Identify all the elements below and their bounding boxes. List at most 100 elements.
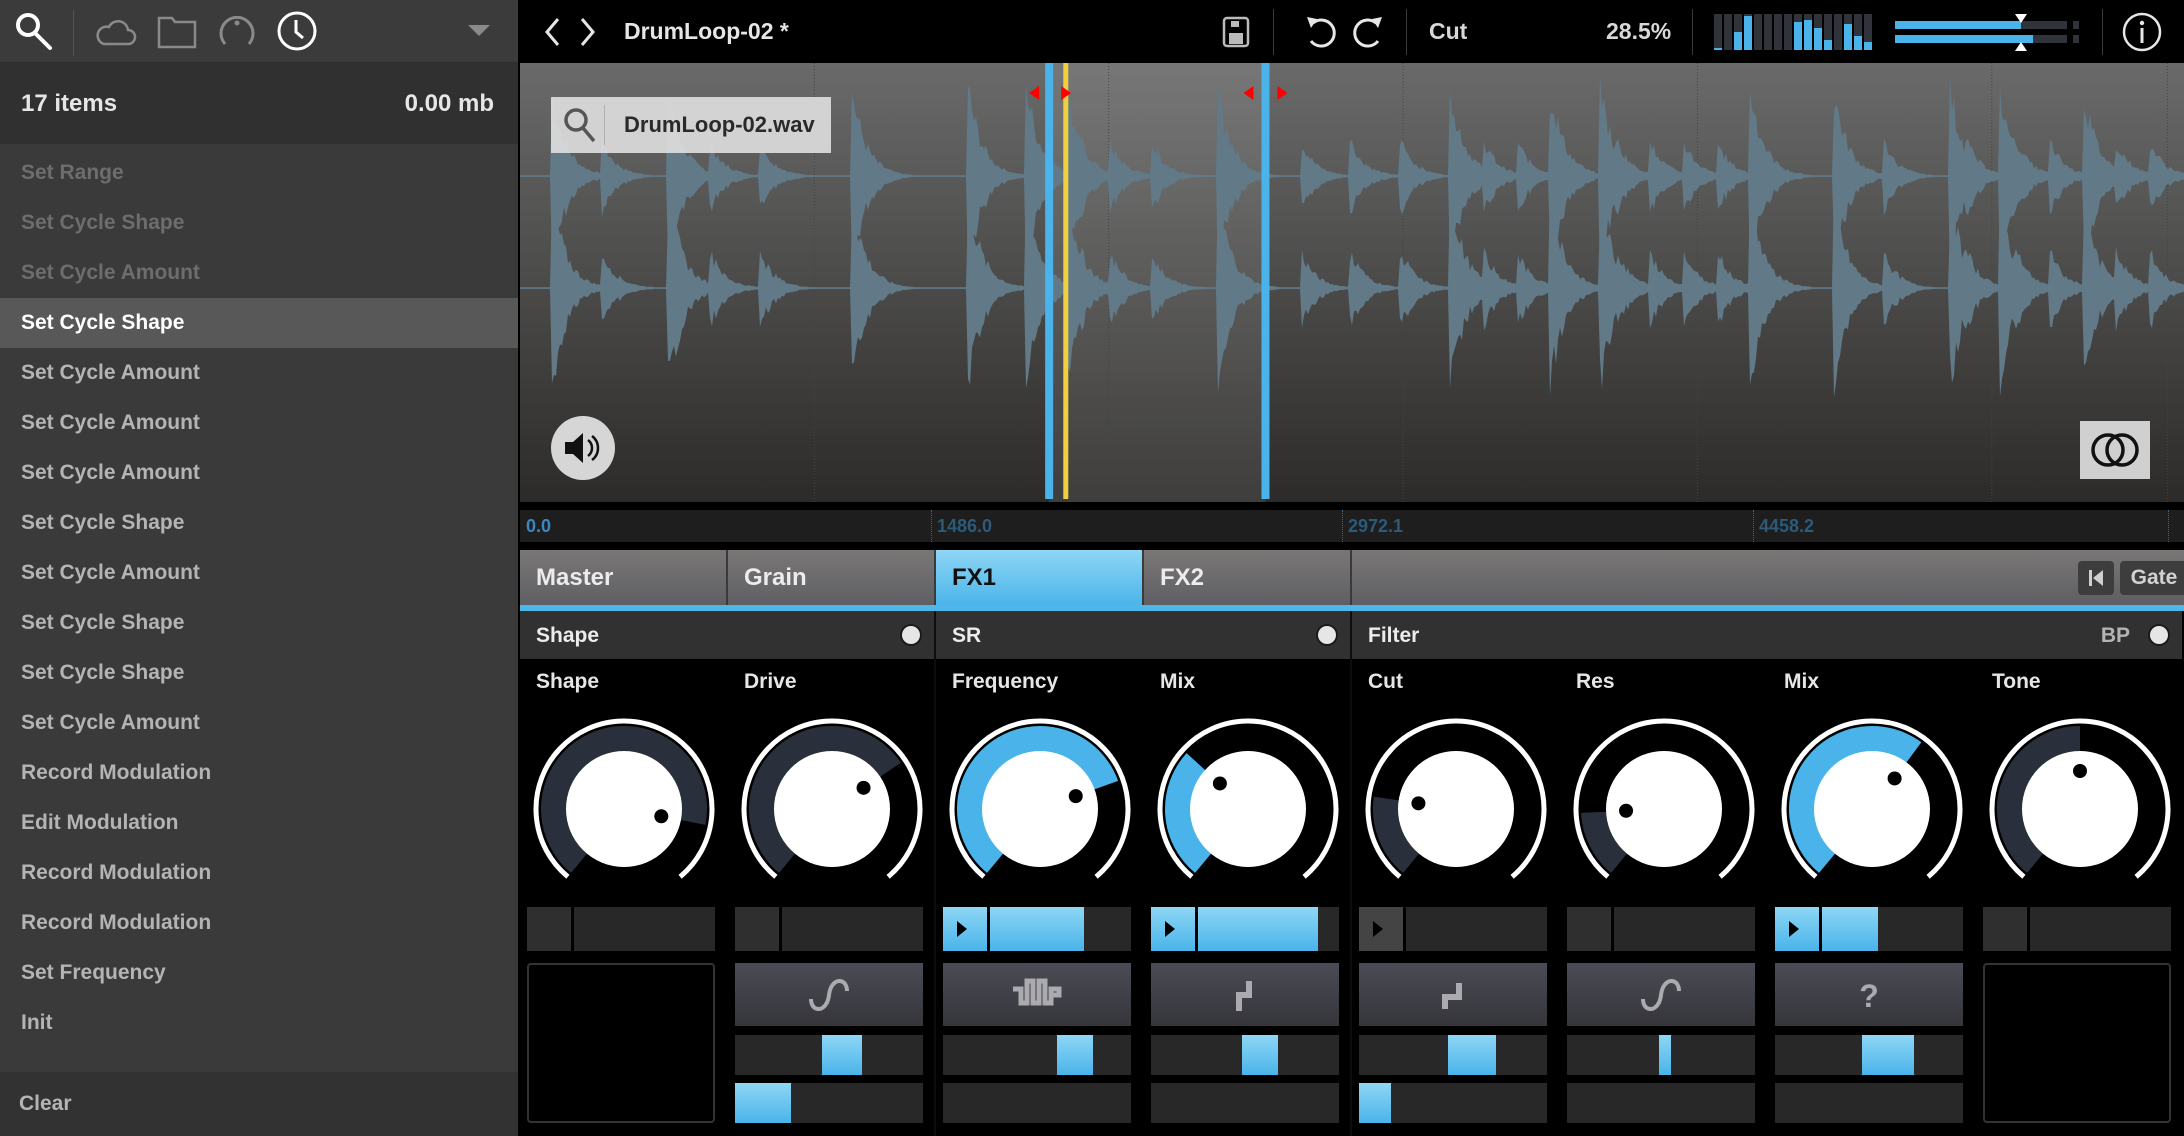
modulation-amount[interactable] (735, 907, 923, 951)
modulation-play-button[interactable] (527, 907, 571, 951)
slider-thumb[interactable] (1447, 1035, 1496, 1075)
knob-res[interactable] (1569, 714, 1759, 904)
lfo-rate-slider[interactable] (1151, 1035, 1339, 1075)
slider-thumb[interactable] (1658, 1035, 1671, 1075)
selection-end-marker[interactable] (1261, 63, 1270, 499)
modulation-amount[interactable] (1775, 907, 1963, 951)
knob-mix[interactable] (1777, 714, 1967, 904)
selection-start-marker[interactable] (1045, 63, 1054, 499)
history-item[interactable]: Set Cycle Shape (0, 598, 518, 648)
tab-fx2[interactable]: FX2 (1144, 550, 1352, 606)
modulation-amount[interactable] (1359, 907, 1547, 951)
lfo-rate-slider[interactable] (1567, 1035, 1755, 1075)
undo-icon[interactable] (1303, 13, 1339, 51)
slider-thumb[interactable] (1242, 1035, 1279, 1075)
modulation-amount[interactable] (1567, 907, 1755, 951)
lfo-shape-button[interactable] (1567, 963, 1755, 1026)
back-arrow-icon[interactable] (542, 16, 564, 48)
tab-fx1[interactable]: FX1 (936, 550, 1144, 606)
file-name-tag[interactable]: DrumLoop-02.wav (551, 97, 831, 153)
redo-icon[interactable] (1350, 13, 1386, 51)
modulation-play-button[interactable] (1359, 907, 1403, 951)
dropdown-arrow-icon[interactable] (462, 16, 498, 46)
modulation-play-button[interactable] (735, 907, 779, 951)
history-item[interactable]: Set Cycle Shape (0, 298, 518, 348)
lfo-rate-slider[interactable] (943, 1035, 1131, 1075)
history-item[interactable]: Set Cycle Amount (0, 448, 518, 498)
lfo-shape-button[interactable] (1359, 963, 1547, 1026)
info-icon[interactable] (2121, 11, 2163, 53)
slider-thumb[interactable] (1861, 1035, 1914, 1075)
history-item[interactable]: Set Cycle Shape (0, 648, 518, 698)
history-item[interactable]: Record Modulation (0, 748, 518, 798)
slider-thumb[interactable] (822, 1035, 863, 1075)
section-enable-toggle[interactable] (902, 626, 920, 644)
lfo-shape-button[interactable] (1151, 963, 1339, 1026)
knob-frequency[interactable] (945, 714, 1135, 904)
lfo-depth-bar[interactable] (943, 1083, 1131, 1123)
history-item[interactable]: Set Cycle Amount (0, 398, 518, 448)
search-icon[interactable] (12, 10, 54, 52)
history-item[interactable]: Init (0, 998, 518, 1048)
clock-icon[interactable] (276, 10, 318, 52)
modulation-play-button[interactable] (943, 907, 987, 951)
history-item[interactable]: Set Cycle Amount (0, 698, 518, 748)
history-item[interactable]: Set Cycle Shape (0, 198, 518, 248)
lfo-rate-slider[interactable] (1775, 1035, 1963, 1075)
lfo-shape-button[interactable] (943, 963, 1131, 1026)
history-item[interactable]: Record Modulation (0, 898, 518, 948)
filter-mode[interactable]: BP (2101, 624, 2130, 648)
modulation-play-button[interactable] (1567, 907, 1611, 951)
history-item[interactable]: Edit Modulation (0, 798, 518, 848)
lfo-shape-button[interactable] (735, 963, 923, 1026)
save-icon[interactable] (1222, 16, 1250, 48)
history-item[interactable]: Set Cycle Amount (0, 548, 518, 598)
lfo-rate-slider[interactable] (1359, 1035, 1547, 1075)
section-enable-toggle[interactable] (1318, 626, 1336, 644)
lfo-depth-bar[interactable] (1359, 1083, 1547, 1123)
modulation-amount[interactable] (1983, 907, 2171, 951)
history-item[interactable]: Set Cycle Amount (0, 248, 518, 298)
lfo-depth-bar[interactable] (1567, 1083, 1755, 1123)
output-marker-top[interactable] (2014, 14, 2027, 23)
modulation-play-button[interactable] (1151, 907, 1195, 951)
history-item[interactable]: Set Cycle Amount (0, 348, 518, 398)
lfo-depth-bar[interactable] (735, 1083, 923, 1123)
modulation-amount[interactable] (527, 907, 715, 951)
history-item[interactable]: Set Cycle Shape (0, 498, 518, 548)
history-item[interactable]: Set Range (0, 148, 518, 198)
reset-button[interactable] (2078, 561, 2114, 595)
output-marker-bottom[interactable] (2014, 42, 2027, 51)
loop-end-right-handle[interactable] (1277, 86, 1288, 100)
lfo-shape-button[interactable]: ? (1775, 963, 1963, 1026)
history-item[interactable]: Record Modulation (0, 848, 518, 898)
folder-icon[interactable] (156, 10, 198, 52)
forward-arrow-icon[interactable] (576, 16, 598, 48)
knob-shape[interactable] (529, 714, 719, 904)
lfo-depth-bar[interactable] (1151, 1083, 1339, 1123)
waveform-view[interactable]: DrumLoop-02.wav (520, 63, 2184, 502)
history-item[interactable]: Set Frequency (0, 948, 518, 998)
modulation-play-button[interactable] (1983, 907, 2027, 951)
slider-thumb[interactable] (1056, 1035, 1093, 1075)
modulation-play-button[interactable] (1775, 907, 1819, 951)
lfo-depth-bar[interactable] (1775, 1083, 1963, 1123)
speaker-button[interactable] (551, 416, 615, 480)
lfo-rate-slider[interactable] (735, 1035, 923, 1075)
tab-master[interactable]: Master (520, 550, 728, 606)
knob-cut[interactable] (1361, 714, 1551, 904)
time-ruler[interactable]: 0.0 1486.0 2972.1 4458.2 (520, 510, 2184, 542)
loop-start-left-handle[interactable] (1029, 86, 1040, 100)
knob-tone[interactable] (1985, 714, 2175, 904)
section-enable-toggle[interactable] (2150, 626, 2168, 644)
knob-drive[interactable] (737, 714, 927, 904)
modulation-amount[interactable] (1151, 907, 1339, 951)
cloud-icon[interactable] (95, 10, 137, 52)
clear-button[interactable]: Clear (19, 1092, 72, 1116)
playhead[interactable] (1063, 63, 1069, 499)
knob-icon[interactable] (216, 10, 258, 52)
knob-mix[interactable] (1153, 714, 1343, 904)
modulation-amount[interactable] (943, 907, 1131, 951)
tab-grain[interactable]: Grain (728, 550, 936, 606)
output-level-slider[interactable] (1895, 14, 2095, 51)
